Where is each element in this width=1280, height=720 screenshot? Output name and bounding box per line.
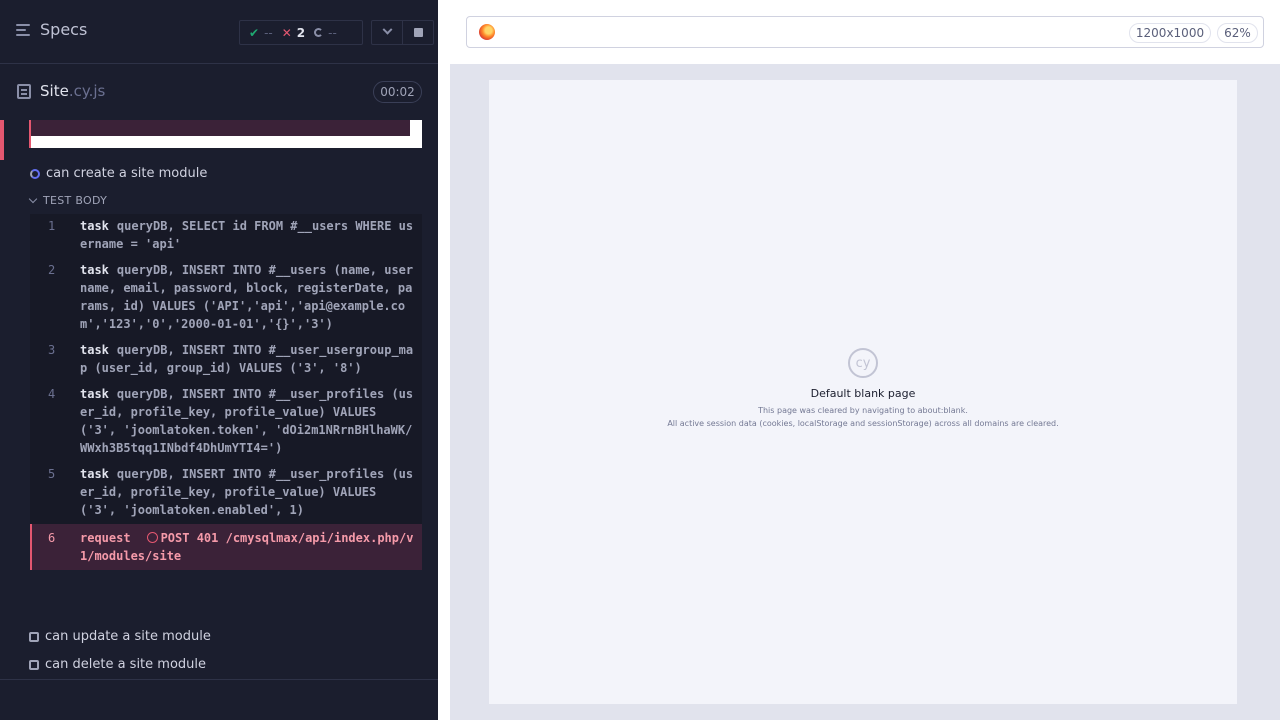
current-test-title[interactable]: can create a site module (30, 166, 207, 181)
chevron-down-icon (382, 24, 393, 35)
command-row[interactable]: 4 task queryDB, INSERT INTO #__user_profi… (30, 382, 422, 462)
blank-page-line: All active session data (cookies, localS… (667, 419, 1059, 428)
resize-handle[interactable] (438, 0, 450, 720)
command-name: task (80, 387, 109, 401)
command-number: 6 (48, 531, 56, 545)
command-row[interactable]: 3 task queryDB, INSERT INTO #__user_userg… (30, 338, 422, 382)
test-body-header[interactable]: TEST BODY (28, 194, 108, 207)
command-name: task (80, 467, 109, 481)
spec-basename: Site (40, 82, 69, 100)
error-icon (146, 532, 158, 543)
blank-page-title: Default blank page (810, 387, 916, 400)
passed-stat: ✔ -- (240, 26, 273, 40)
divider (0, 679, 438, 680)
command-name: task (80, 343, 109, 357)
queued-icon (29, 631, 39, 642)
failed-stat: ✕ 2 (273, 26, 305, 40)
failed-test-indicator (0, 120, 4, 160)
command-name: task (80, 219, 109, 233)
check-icon: ✔ (249, 25, 260, 40)
test-row[interactable]: can update a site module (29, 629, 211, 644)
passed-count: -- (264, 25, 273, 40)
command-row[interactable]: 2 task queryDB, INSERT INTO #__users (nam… (30, 258, 422, 338)
blank-page-description: This page was cleared by navigating to a… (489, 404, 1237, 430)
spec-name: Site.cy.js (40, 82, 105, 100)
test-body-label: TEST BODY (43, 194, 108, 207)
test-label: can delete a site module (45, 657, 207, 672)
specs-toggle-button[interactable]: Specs (16, 20, 87, 39)
command-log: 1 task queryDB, SELECT id FROM #__users W… (30, 214, 422, 570)
command-name: task (80, 263, 109, 277)
preview-header: 1200x1000 62% (450, 0, 1280, 64)
command-row[interactable]: 5 task queryDB, INSERT INTO #__user_profi… (30, 462, 422, 524)
blank-page-message: cy Default blank page This page was clea… (489, 348, 1237, 430)
spec-file-row[interactable]: Site.cy.js 00:02 (0, 64, 438, 120)
test-stats: ✔ -- ✕ 2 -- (239, 20, 363, 45)
chevron-down-icon (28, 194, 38, 204)
preview-viewport: cy Default blank page This page was clea… (450, 64, 1280, 720)
command-name: request (80, 531, 131, 545)
cypress-logo-icon: cy (848, 348, 878, 378)
file-icon (17, 84, 31, 99)
test-label: can update a site module (45, 629, 211, 644)
previous-test-error (29, 120, 422, 148)
command-message: queryDB, INSERT INTO #__user_usergroup_m… (80, 343, 414, 375)
spec-duration: 00:02 (373, 81, 422, 103)
failed-command-row[interactable]: 6 request POST 401 /cmysqlmax/api/index.p… (30, 524, 422, 570)
command-number: 1 (48, 219, 56, 233)
menu-icon (16, 23, 32, 37)
stop-icon (413, 28, 423, 37)
stop-button[interactable] (402, 21, 433, 44)
x-icon: ✕ (281, 25, 292, 40)
command-number: 5 (48, 467, 56, 481)
command-message: queryDB, SELECT id FROM #__users WHERE u… (80, 219, 414, 251)
command-message: queryDB, INSERT INTO #__user_profiles (u… (80, 467, 414, 517)
url-bar[interactable]: 1200x1000 62% (466, 16, 1264, 48)
running-icon (30, 168, 40, 179)
command-number: 2 (48, 263, 56, 277)
viewport-size-badge[interactable]: 1200x1000 (1129, 23, 1211, 43)
pending-count: -- (328, 25, 337, 40)
run-controls (371, 20, 434, 45)
specs-label: Specs (40, 20, 88, 39)
failed-count: 2 (296, 25, 306, 40)
firefox-icon[interactable] (479, 24, 495, 40)
pending-icon (314, 28, 324, 37)
queued-icon (29, 659, 39, 670)
command-message: queryDB, INSERT INTO #__users (name, use… (80, 263, 414, 331)
reporter-header: Specs ✔ -- ✕ 2 -- (0, 0, 438, 64)
command-row[interactable]: 1 task queryDB, SELECT id FROM #__users W… (30, 214, 422, 258)
reporter-panel: Specs ✔ -- ✕ 2 -- Site.cy.js 00:02 can c… (0, 0, 438, 720)
auto-scroll-button[interactable] (372, 21, 402, 44)
app-frame: cy Default blank page This page was clea… (489, 80, 1237, 704)
spec-extension: .cy.js (68, 82, 106, 100)
pending-stat: -- (305, 26, 337, 40)
command-number: 3 (48, 343, 56, 357)
current-test-label: can create a site module (46, 166, 208, 181)
zoom-badge[interactable]: 62% (1217, 23, 1258, 43)
blank-page-line: This page was cleared by navigating to a… (758, 406, 968, 415)
test-row[interactable]: can delete a site module (29, 657, 206, 672)
command-message: queryDB, INSERT INTO #__user_profiles (u… (80, 387, 414, 455)
command-number: 4 (48, 387, 56, 401)
